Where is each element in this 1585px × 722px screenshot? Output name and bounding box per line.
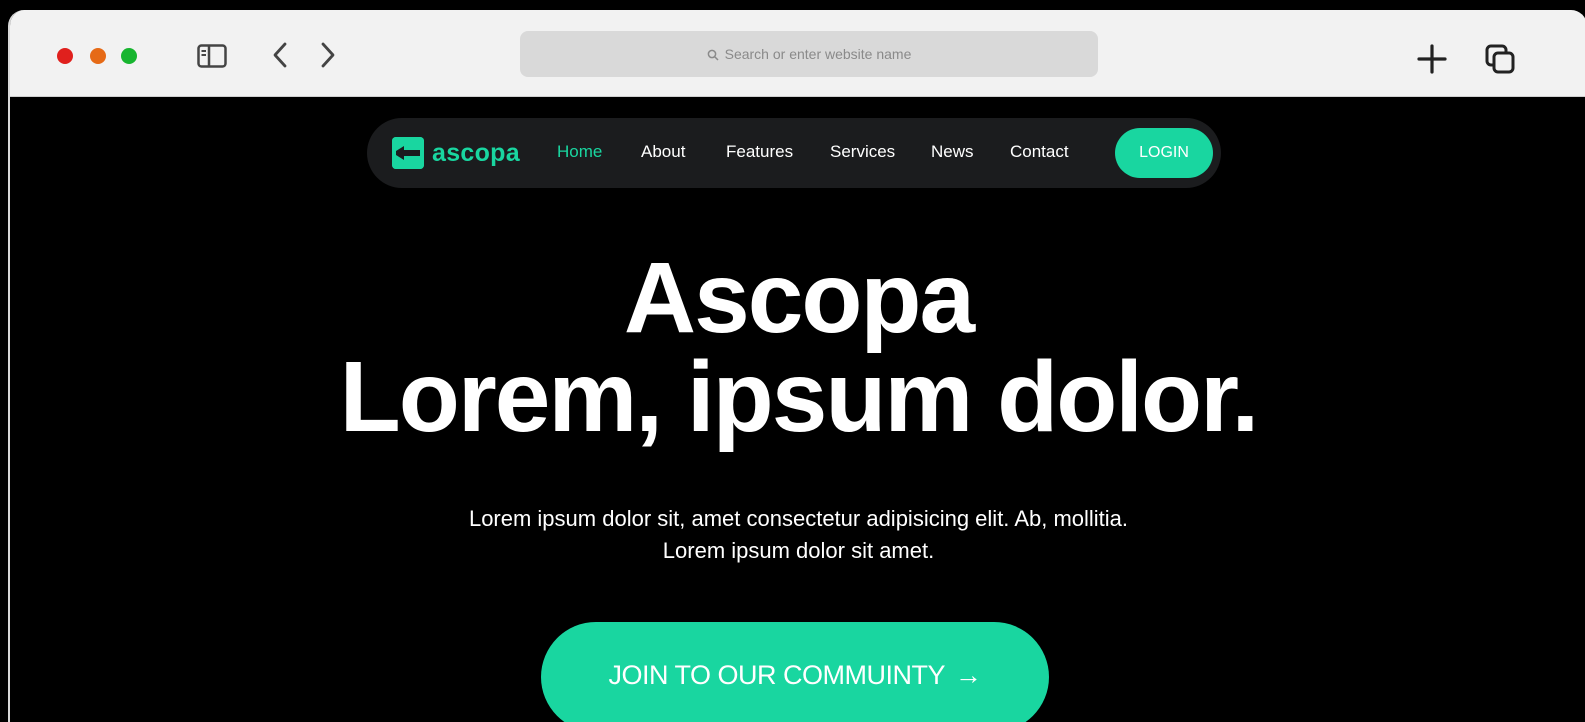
join-community-button[interactable]: JOIN TO OUR COMMUINTY →: [541, 622, 1049, 722]
plus-icon[interactable]: [1415, 42, 1449, 76]
site-navbar: ascopa Home About Features Services News…: [367, 118, 1221, 188]
chevron-right-icon[interactable]: [316, 40, 340, 70]
browser-toolbar: Search or enter website name: [10, 10, 1585, 97]
logo-text: ascopa: [432, 138, 520, 167]
nav-link-services[interactable]: Services: [830, 142, 895, 162]
nav-link-home[interactable]: Home: [557, 142, 602, 162]
sidebar-icon[interactable]: [197, 44, 227, 68]
hero-subtitle-line1: Lorem ipsum dolor sit, amet consectetur …: [468, 506, 1129, 531]
nav-link-features[interactable]: Features: [726, 142, 793, 162]
nav-link-contact[interactable]: Contact: [1010, 142, 1069, 162]
cta-label: JOIN TO OUR COMMUINTY: [608, 660, 945, 690]
search-icon: [707, 48, 719, 61]
browser-window: Search or enter website name ascopa Home…: [8, 10, 1585, 722]
minimize-window-button[interactable]: [90, 48, 106, 64]
arrow-right-icon: →: [955, 660, 982, 690]
hero-title: Ascopa: [623, 242, 975, 354]
site-logo[interactable]: ascopa: [392, 137, 520, 169]
maximize-window-button[interactable]: [121, 48, 137, 64]
address-placeholder: Search or enter website name: [724, 46, 912, 62]
nav-link-about[interactable]: About: [641, 142, 685, 162]
hero-subtitle-line2: Lorem ipsum dolor sit amet.: [662, 538, 935, 563]
close-window-button[interactable]: [57, 48, 73, 64]
login-button[interactable]: LOGIN: [1115, 128, 1213, 178]
logo-icon: [392, 137, 424, 169]
address-bar[interactable]: Search or enter website name: [520, 31, 1098, 77]
tabs-overview-icon[interactable]: [1483, 42, 1517, 76]
chevron-left-icon[interactable]: [268, 40, 292, 70]
hero-headline: Lorem, ipsum dolor.: [339, 341, 1260, 453]
nav-link-news[interactable]: News: [931, 142, 974, 162]
